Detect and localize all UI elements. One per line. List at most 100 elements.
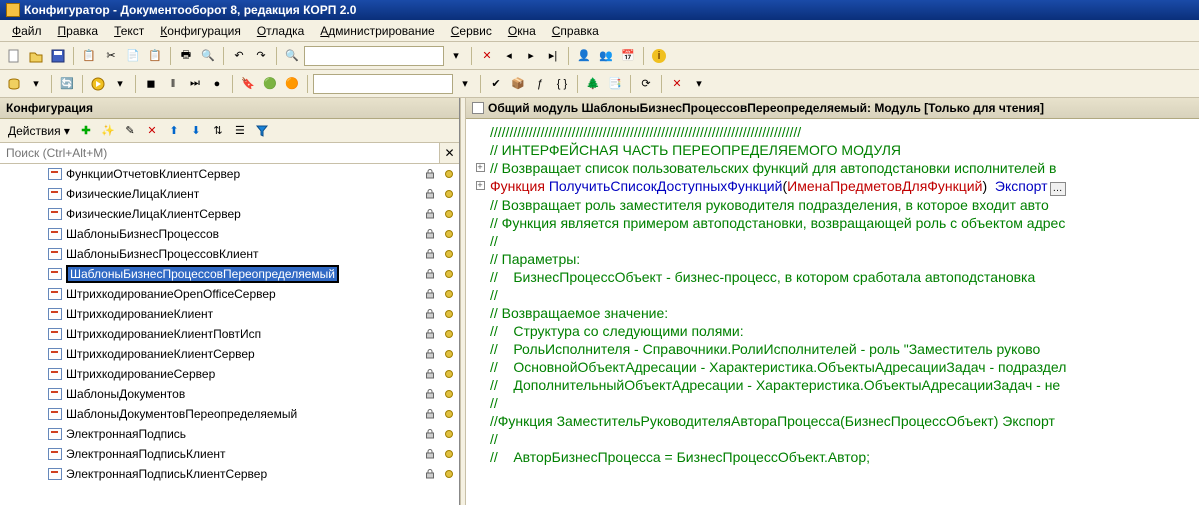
menu-отладка[interactable]: Отладка [249,22,312,40]
tree-item-label: ФункцииОтчетовКлиентСервер [66,167,240,181]
cut-icon[interactable]: ✂ [101,46,121,66]
preview-icon[interactable]: 🔍 [198,46,218,66]
undo-icon[interactable]: ↶ [229,46,249,66]
nav-fwd-icon[interactable]: ▸ [521,46,541,66]
tree-item[interactable]: ЭлектроннаяПодписьКлиент [0,444,459,464]
redo-icon[interactable]: ↷ [251,46,271,66]
outline-icon[interactable]: 📑 [605,74,625,94]
actions-menu[interactable]: Действия ▾ [4,124,74,138]
tree-item[interactable]: ФункцииОтчетовКлиентСервер [0,164,459,184]
fold-ellipsis-icon[interactable]: … [1050,182,1066,196]
search-input[interactable] [304,46,444,66]
code-line: // ОсновнойОбъектАдресации - Характерист… [470,358,1199,376]
pause-icon[interactable]: ‖ [163,74,183,94]
open-icon[interactable] [26,46,46,66]
tree-item-label: ШаблоныБизнесПроцессовПереопределяемый [66,265,339,283]
fold-gutter[interactable]: + [470,159,490,177]
menu-окна[interactable]: Окна [500,22,544,40]
delete-icon[interactable]: ✕ [142,121,162,141]
paste-icon[interactable]: 📋 [145,46,165,66]
search-dropdown-icon[interactable]: ▾ [446,46,466,66]
toolbar-separator [232,75,233,93]
menu-конфигурация[interactable]: Конфигурация [152,22,249,40]
add-icon[interactable]: ✚ [76,121,96,141]
stop-icon[interactable]: ◼ [141,74,161,94]
compare-icon[interactable]: 📋 [79,46,99,66]
tree-item-label: ЭлектроннаяПодписьКлиентСервер [66,467,267,481]
code-text: // Параметры: [490,250,580,268]
move-down-icon[interactable]: ⬇ [186,121,206,141]
save-icon[interactable] [48,46,68,66]
step-icon[interactable]: ⏭ [185,74,205,94]
move-up-icon[interactable]: ⬆ [164,121,184,141]
close-dropdown-icon[interactable]: ▾ [689,74,709,94]
tree-item[interactable]: ФизическиеЛицаКлиент [0,184,459,204]
bookmark-icon[interactable]: 🔖 [238,74,258,94]
nav-last-icon[interactable]: ▸| [543,46,563,66]
db-update-icon[interactable]: 🔄 [57,74,77,94]
edit-icon[interactable]: ✎ [120,121,140,141]
calendar-icon[interactable]: 📅 [618,46,638,66]
new-icon[interactable] [4,46,24,66]
close-icon[interactable]: ✕ [667,74,687,94]
print-icon[interactable]: 🖶 [176,46,196,66]
help-icon[interactable]: i [649,46,669,66]
refresh-icon[interactable]: ⟳ [636,74,656,94]
copy-icon[interactable]: 📄 [123,46,143,66]
module-icon[interactable]: 📦 [508,74,528,94]
tree-item-label: ШаблоныДокументов [66,387,185,401]
db-nav-icon[interactable]: ▾ [26,74,46,94]
wand-icon[interactable]: ✨ [98,121,118,141]
code-editor[interactable]: ////////////////////////////////////////… [466,119,1199,505]
fold-gutter [470,430,490,448]
tree-item[interactable]: ЭлектроннаяПодписьКлиентСервер [0,464,459,484]
fold-gutter[interactable]: + [470,177,490,196]
menu-администрирование[interactable]: Администрирование [312,22,442,40]
nav-back-icon[interactable]: ◂ [499,46,519,66]
filter-icon[interactable] [252,121,272,141]
breakpoint-icon[interactable]: ● [207,74,227,94]
sort-icon[interactable]: ⇅ [208,121,228,141]
tree-search-input[interactable] [0,143,439,163]
tree-item[interactable]: ЭлектроннаяПодпись [0,424,459,444]
tree-item[interactable]: ШаблоныБизнесПроцессовПереопределяемый [0,264,459,284]
tree-item[interactable]: ШаблоныДокументовПереопределяемый [0,404,459,424]
user-icon[interactable]: 👤 [574,46,594,66]
menu-файл[interactable]: Файл [4,22,50,40]
find-icon[interactable]: 🔍 [282,46,302,66]
actions-toolbar: Действия ▾ ✚ ✨ ✎ ✕ ⬆ ⬇ ⇅ ☰ [0,119,459,143]
tree-icon[interactable]: 🌲 [583,74,603,94]
tree-item[interactable]: ФизическиеЛицаКлиентСервер [0,204,459,224]
run-icon[interactable] [88,74,108,94]
proc-icon[interactable]: ƒ [530,74,550,94]
run-dropdown-icon[interactable]: ▾ [110,74,130,94]
menu-правка[interactable]: Правка [50,22,107,40]
tree-item[interactable]: ШаблоныБизнесПроцессовКлиент [0,244,459,264]
module-icon [48,288,62,300]
syntax-check-icon[interactable]: ✔ [486,74,506,94]
menu-сервис[interactable]: Сервис [443,22,500,40]
toolbar-separator [276,47,277,65]
bookmark-green-icon[interactable]: 🟢 [260,74,280,94]
properties-icon[interactable]: ☰ [230,121,250,141]
goto-input[interactable] [313,74,453,94]
menu-текст[interactable]: Текст [106,22,152,40]
bookmark-orange-icon[interactable]: 🟠 [282,74,302,94]
db-icon[interactable] [4,74,24,94]
configuration-tree[interactable]: ФункцииОтчетовКлиентСервер ФизическиеЛица… [0,164,459,505]
tree-search-row: ✕ [0,143,459,164]
menu-справка[interactable]: Справка [544,22,607,40]
users-icon[interactable]: 👥 [596,46,616,66]
goto-dropdown-icon[interactable]: ▾ [455,74,475,94]
clear-icon[interactable]: ✕ [477,46,497,66]
search-clear-icon[interactable]: ✕ [439,143,459,163]
tree-item[interactable]: ШтрихкодированиеСервер [0,364,459,384]
tree-item[interactable]: ШтрихкодированиеКлиентПовтИсп [0,324,459,344]
bracket-icon[interactable]: { } [552,74,572,94]
tree-item[interactable]: ШаблоныБизнесПроцессов [0,224,459,244]
tree-item[interactable]: ШтрихкодированиеКлиентСервер [0,344,459,364]
tree-item[interactable]: ШтрихкодированиеКлиент [0,304,459,324]
fold-gutter [470,358,490,376]
tree-item[interactable]: ШтрихкодированиеOpenOfficeСервер [0,284,459,304]
tree-item[interactable]: ШаблоныДокументов [0,384,459,404]
